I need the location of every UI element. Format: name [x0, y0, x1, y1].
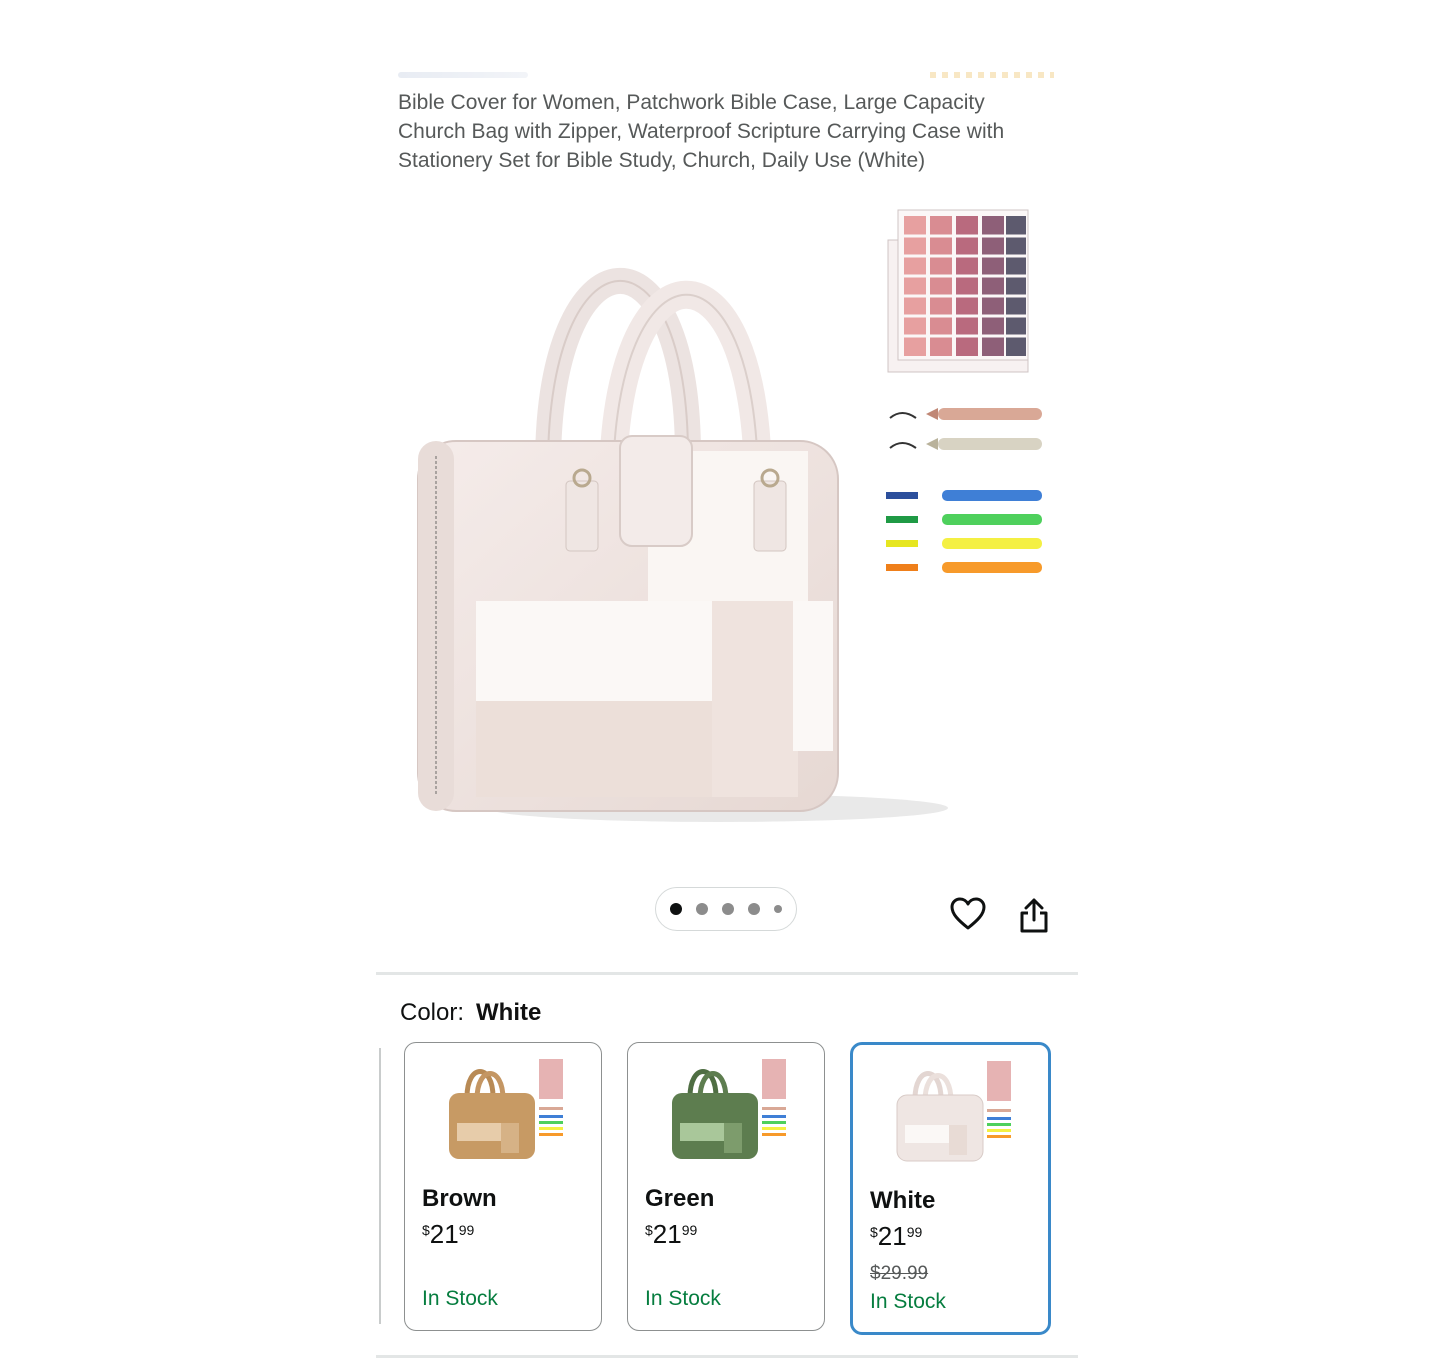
product-title: Bible Cover for Women, Patchwork Bible C…	[398, 91, 1005, 172]
variant-thumbnail-green	[672, 1059, 786, 1159]
color-option-brown[interactable]: Brown $2199 In Stock	[404, 1042, 602, 1331]
share-icon[interactable]	[1012, 894, 1056, 938]
section-divider	[376, 1355, 1078, 1358]
pagination-dot-3[interactable]	[722, 903, 734, 915]
color-option-green[interactable]: Green $2199 In Stock	[627, 1042, 825, 1331]
variant-thumbnail-white	[896, 1061, 1011, 1162]
pagination-dot-4[interactable]	[748, 903, 760, 915]
pagination-dot-1[interactable]	[670, 903, 682, 915]
variant-stock-status: In Stock	[645, 1287, 721, 1310]
variant-price: $2199	[645, 1219, 698, 1249]
heart-icon[interactable]	[946, 892, 990, 936]
faded-header-row	[398, 70, 1054, 80]
variant-price: $2199	[422, 1219, 475, 1249]
variant-name: Green	[645, 1185, 715, 1212]
variant-name: White	[870, 1187, 936, 1214]
rating-stars-faded	[930, 72, 1054, 78]
variant-stock-status: In Stock	[422, 1287, 498, 1310]
brand-link-faded	[398, 72, 528, 78]
variant-list-price: $29.99	[870, 1263, 929, 1284]
image-pagination[interactable]	[655, 887, 797, 931]
section-divider	[376, 972, 1078, 975]
previous-card-edge[interactable]	[376, 1048, 381, 1324]
variant-name: Brown	[422, 1185, 497, 1212]
variant-price: $2199	[870, 1221, 923, 1251]
variant-thumbnail-brown	[449, 1059, 563, 1159]
pagination-dot-5[interactable]	[774, 905, 782, 913]
product-column: Bible Cover for Women, Patchwork Bible C…	[376, 0, 1078, 1371]
pagination-dot-2[interactable]	[696, 903, 708, 915]
color-label: Color:	[400, 999, 465, 1026]
selected-color-value: White	[476, 999, 542, 1026]
color-option-white[interactable]: White $2199 $29.99 In Stock	[850, 1042, 1051, 1335]
color-selection-label: Color: White	[400, 998, 541, 1028]
variant-stock-status: In Stock	[870, 1290, 946, 1313]
product-main-image[interactable]	[398, 196, 1068, 846]
